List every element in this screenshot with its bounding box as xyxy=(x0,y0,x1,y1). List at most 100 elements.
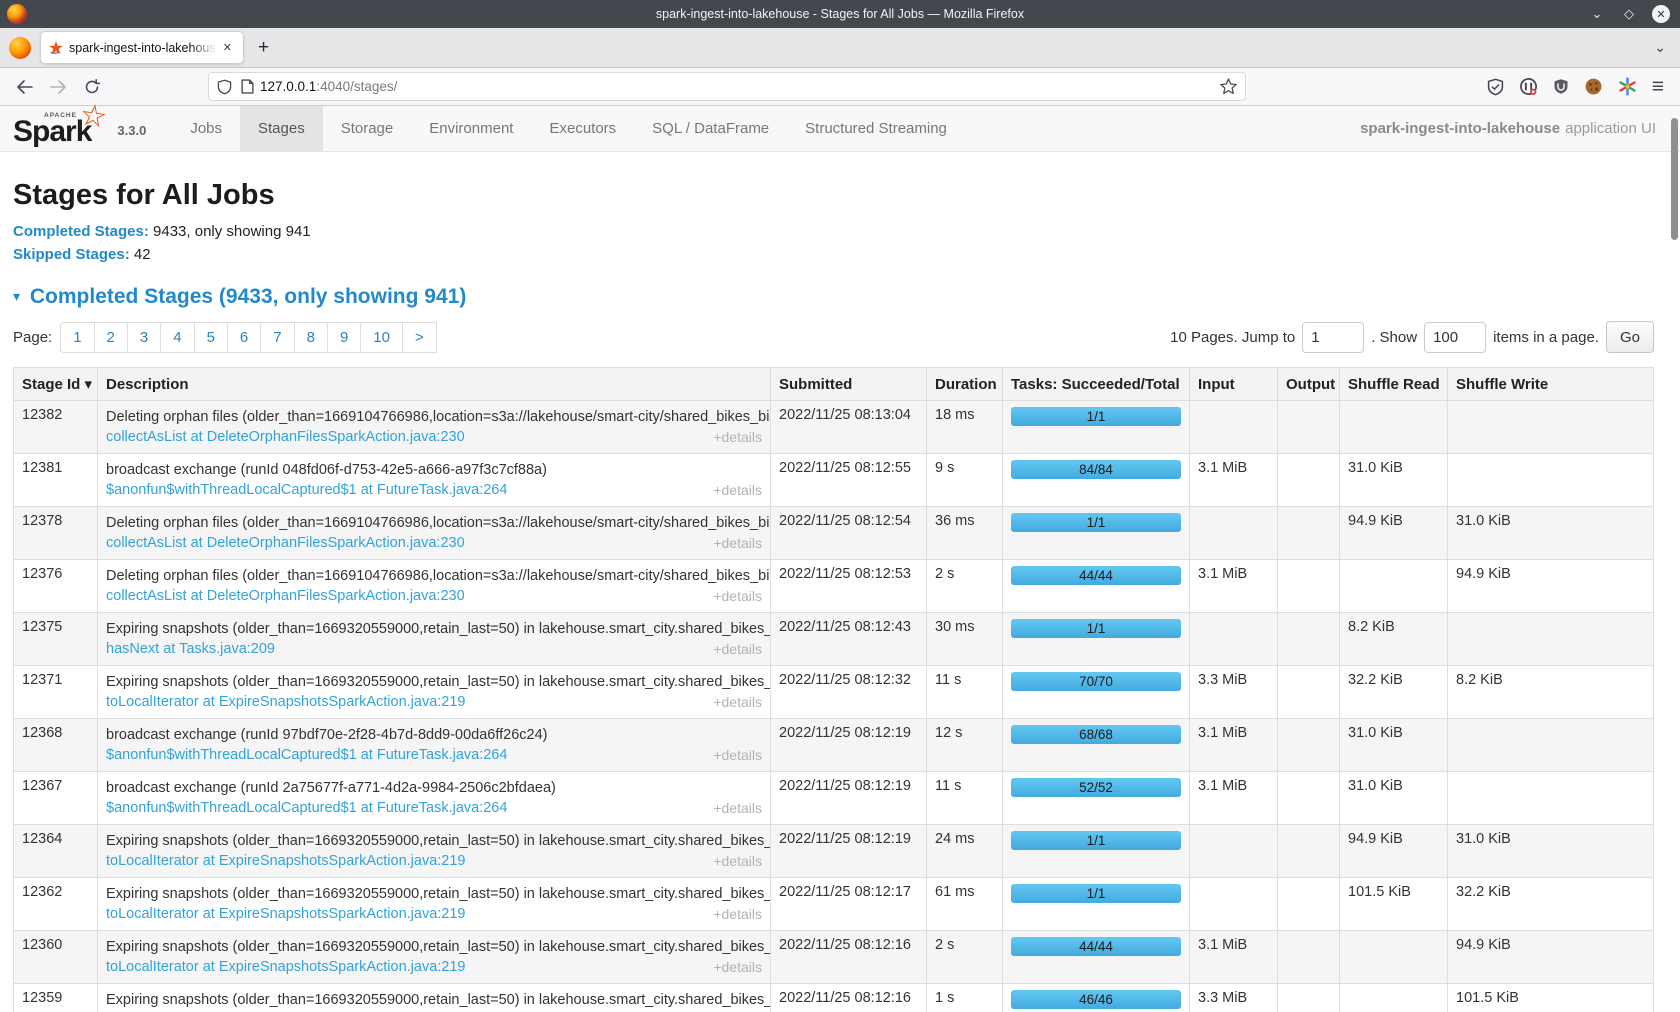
spark-nav-item[interactable]: SQL / DataFrame xyxy=(634,106,787,151)
details-toggle[interactable]: +details xyxy=(713,533,762,553)
stage-id-cell: 12382 xyxy=(14,401,98,454)
stage-detail-link[interactable]: toLocalIterator at ExpireSnapshotsSparkA… xyxy=(106,957,466,977)
shuffle-read-cell xyxy=(1340,931,1448,984)
tasks-progress-bar: 1/1 xyxy=(1011,619,1181,638)
details-toggle[interactable]: +details xyxy=(713,427,762,447)
stage-detail-link[interactable]: $anonfun$withThreadLocalCaptured$1 at Fu… xyxy=(106,745,507,765)
tasks-cell: 52/52 xyxy=(1003,772,1190,825)
stage-detail-link[interactable]: $anonfun$withThreadLocalCaptured$1 at Fu… xyxy=(106,480,507,500)
column-header[interactable]: Tasks: Succeeded/Total xyxy=(1003,368,1190,401)
tasks-progress-bar: 1/1 xyxy=(1011,884,1181,903)
page-button[interactable]: 9 xyxy=(327,322,361,353)
column-header[interactable]: Description xyxy=(98,368,771,401)
stage-detail-link[interactable]: collectAsList at DeleteOrphanFilesSparkA… xyxy=(106,533,465,553)
details-toggle[interactable]: +details xyxy=(713,692,762,712)
url-bar[interactable]: 127.0.0.1:4040/stages/ xyxy=(208,72,1246,101)
jump-to-page-input[interactable] xyxy=(1302,322,1364,353)
page-button[interactable]: 7 xyxy=(260,322,294,353)
stage-detail-link[interactable]: toLocalIterator at ExpireSnapshotsSparkA… xyxy=(106,904,466,924)
page-info-icon[interactable] xyxy=(241,79,254,94)
description-cell: Deleting orphan files (older_than=166910… xyxy=(98,560,771,613)
details-toggle[interactable]: +details xyxy=(713,480,762,500)
page-scrollbar[interactable] xyxy=(1671,118,1678,240)
page-button[interactable]: 2 xyxy=(94,322,128,353)
description-cell: Expiring snapshots (older_than=166932055… xyxy=(98,666,771,719)
page-button[interactable]: 1 xyxy=(60,322,94,353)
extension-colorful-asterisk-icon[interactable] xyxy=(1618,77,1637,96)
bookmark-star-icon[interactable] xyxy=(1220,78,1237,95)
tasks-cell: 70/70 xyxy=(1003,666,1190,719)
spark-nav-item[interactable]: Jobs xyxy=(172,106,240,151)
new-tab-button[interactable]: + xyxy=(258,38,269,57)
page-button[interactable]: 5 xyxy=(194,322,228,353)
column-header[interactable]: Input xyxy=(1190,368,1278,401)
menu-icon[interactable]: ≡ xyxy=(1652,76,1664,97)
spark-nav-item[interactable]: Storage xyxy=(323,106,412,151)
spark-nav-item[interactable]: Structured Streaming xyxy=(787,106,965,151)
column-header[interactable]: Output xyxy=(1278,368,1340,401)
items-per-page-input[interactable] xyxy=(1424,322,1486,353)
description-cell: Deleting orphan files (older_than=166910… xyxy=(98,401,771,454)
table-row: 12362 Expiring snapshots (older_than=166… xyxy=(14,878,1654,931)
maximize-button[interactable]: ◇ xyxy=(1620,5,1638,23)
column-header[interactable]: Stage Id ▾ xyxy=(14,368,98,401)
tracking-shield-icon[interactable] xyxy=(217,79,232,95)
spark-navbar: APACHE Spark ☆ 3.3.0 JobsStagesStorageEn… xyxy=(0,106,1680,152)
details-toggle[interactable]: +details xyxy=(713,957,762,977)
extension-cookie-icon[interactable] xyxy=(1584,77,1603,96)
tasks-cell: 68/68 xyxy=(1003,719,1190,772)
shuffle-read-cell: 31.0 KiB xyxy=(1340,454,1448,507)
shuffle-write-cell xyxy=(1448,772,1654,825)
go-button[interactable]: Go xyxy=(1606,321,1654,353)
pagination-controls: 10 Pages. Jump to . Show items in a page… xyxy=(1170,321,1654,353)
extension-ublock-icon[interactable] xyxy=(1553,78,1569,95)
list-tabs-chevron-icon[interactable]: ⌄ xyxy=(1654,39,1666,56)
close-button[interactable]: ✕ xyxy=(1652,5,1670,23)
column-header[interactable]: Duration xyxy=(927,368,1003,401)
column-header[interactable]: Shuffle Read xyxy=(1340,368,1448,401)
stage-detail-link[interactable]: $anonfun$withThreadLocalCaptured$1 at Fu… xyxy=(106,798,507,818)
details-toggle[interactable]: +details xyxy=(713,851,762,871)
forward-icon[interactable] xyxy=(44,73,72,101)
details-toggle[interactable]: +details xyxy=(713,586,762,606)
url-text[interactable]: 127.0.0.1:4040/stages/ xyxy=(260,79,1220,94)
stage-detail-link[interactable]: toLocalIterator at ExpireSnapshotsSparkA… xyxy=(106,851,466,871)
input-cell xyxy=(1190,613,1278,666)
extension-shield-check-icon[interactable] xyxy=(1487,78,1504,96)
reload-icon[interactable] xyxy=(78,73,106,101)
stage-detail-link[interactable]: collectAsList at DeleteOrphanFilesSparkA… xyxy=(106,427,465,447)
page-button[interactable]: 3 xyxy=(127,322,161,353)
completed-stages-section-toggle[interactable]: ▾ Completed Stages (9433, only showing 9… xyxy=(13,285,1654,309)
page-button[interactable]: 8 xyxy=(294,322,328,353)
column-header[interactable]: Submitted xyxy=(771,368,927,401)
spark-nav-item[interactable]: Executors xyxy=(531,106,634,151)
page-button[interactable]: > xyxy=(402,322,437,353)
browser-tab[interactable]: spark-ingest-into-lakehous ✕ xyxy=(40,31,244,64)
submitted-cell: 2022/11/25 08:12:17 xyxy=(771,878,927,931)
details-toggle[interactable]: +details xyxy=(713,745,762,765)
column-header[interactable]: Shuffle Write xyxy=(1448,368,1654,401)
details-toggle[interactable]: +details xyxy=(713,798,762,818)
page-button[interactable]: 4 xyxy=(160,322,194,353)
stage-detail-link[interactable]: toLocalIterator at ExpireSnapshotsSparkA… xyxy=(106,692,466,712)
spark-nav-item[interactable]: Environment xyxy=(411,106,531,151)
page-button[interactable]: 6 xyxy=(227,322,261,353)
details-toggle[interactable]: +details xyxy=(713,904,762,924)
extension-mask-icon[interactable] xyxy=(1519,77,1538,96)
output-cell xyxy=(1278,454,1340,507)
table-row: 12382 Deleting orphan files (older_than=… xyxy=(14,401,1654,454)
stage-detail-link[interactable]: hasNext at Tasks.java:209 xyxy=(106,639,275,659)
details-toggle[interactable]: +details xyxy=(713,639,762,659)
table-row: 12364 Expiring snapshots (older_than=166… xyxy=(14,825,1654,878)
tab-close-icon[interactable]: ✕ xyxy=(220,39,235,56)
shuffle-read-cell: 94.9 KiB xyxy=(1340,825,1448,878)
minimize-button[interactable]: ⌄ xyxy=(1588,5,1606,23)
firefox-view-icon[interactable] xyxy=(9,37,31,59)
stage-id-cell: 12367 xyxy=(14,772,98,825)
stage-detail-link[interactable]: collectAsList at DeleteOrphanFilesSparkA… xyxy=(106,586,465,606)
back-icon[interactable] xyxy=(10,73,38,101)
spark-nav-item[interactable]: Stages xyxy=(240,106,323,151)
spark-logo[interactable]: APACHE Spark ☆ 3.3.0 xyxy=(0,106,150,151)
page-button[interactable]: 10 xyxy=(360,322,403,353)
submitted-cell: 2022/11/25 08:12:32 xyxy=(771,666,927,719)
